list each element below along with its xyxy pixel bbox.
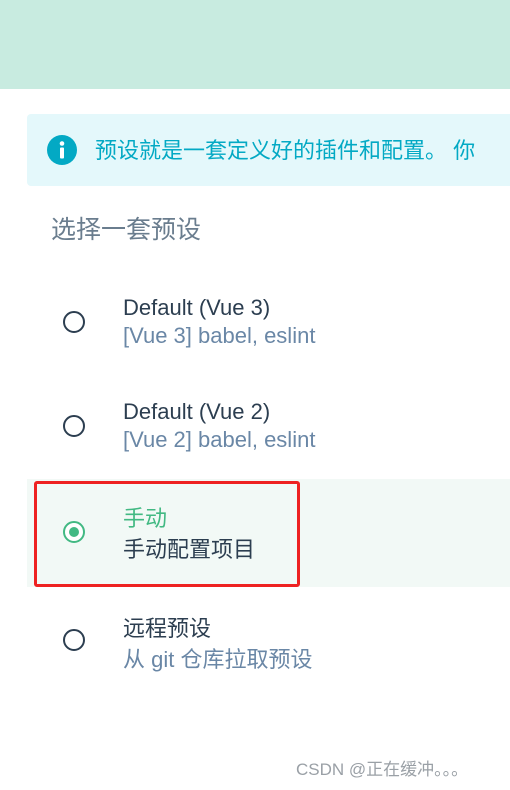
radio-button[interactable] bbox=[63, 629, 85, 651]
radio-button[interactable] bbox=[63, 415, 85, 437]
section-title: 选择一套预设 bbox=[51, 216, 202, 244]
preset-option-default-vue2[interactable]: Default (Vue 2) [Vue 2] babel, eslint bbox=[27, 374, 510, 478]
radio-button-checked[interactable] bbox=[63, 521, 85, 543]
preset-option-default-vue3[interactable]: Default (Vue 3) [Vue 3] babel, eslint bbox=[27, 270, 510, 374]
watermark: CSDN @正在缓冲。。。 bbox=[296, 760, 469, 779]
preset-description: [Vue 3] babel, eslint bbox=[123, 323, 316, 348]
preset-option-manual[interactable]: 手动 手动配置项目 bbox=[27, 479, 510, 587]
info-icon bbox=[47, 135, 77, 165]
preset-description: 从 git 仓库拉取预设 bbox=[123, 647, 313, 672]
radio-button[interactable] bbox=[63, 311, 85, 333]
preset-description: [Vue 2] babel, eslint bbox=[123, 427, 316, 452]
preset-option-remote[interactable]: 远程预设 从 git 仓库拉取预设 bbox=[27, 587, 510, 691]
radio-checked-dot bbox=[69, 527, 79, 537]
preset-name: 远程预设 bbox=[123, 616, 212, 641]
info-banner-text: 预设就是一套定义好的插件和配置。 你 bbox=[95, 138, 476, 163]
info-banner: 预设就是一套定义好的插件和配置。 你 bbox=[27, 114, 510, 186]
preset-name: Default (Vue 3) bbox=[123, 295, 271, 320]
header-band bbox=[0, 0, 510, 89]
preset-name: 手动 bbox=[123, 506, 168, 531]
preset-name: Default (Vue 2) bbox=[123, 399, 271, 424]
preset-description: 手动配置项目 bbox=[123, 537, 256, 562]
